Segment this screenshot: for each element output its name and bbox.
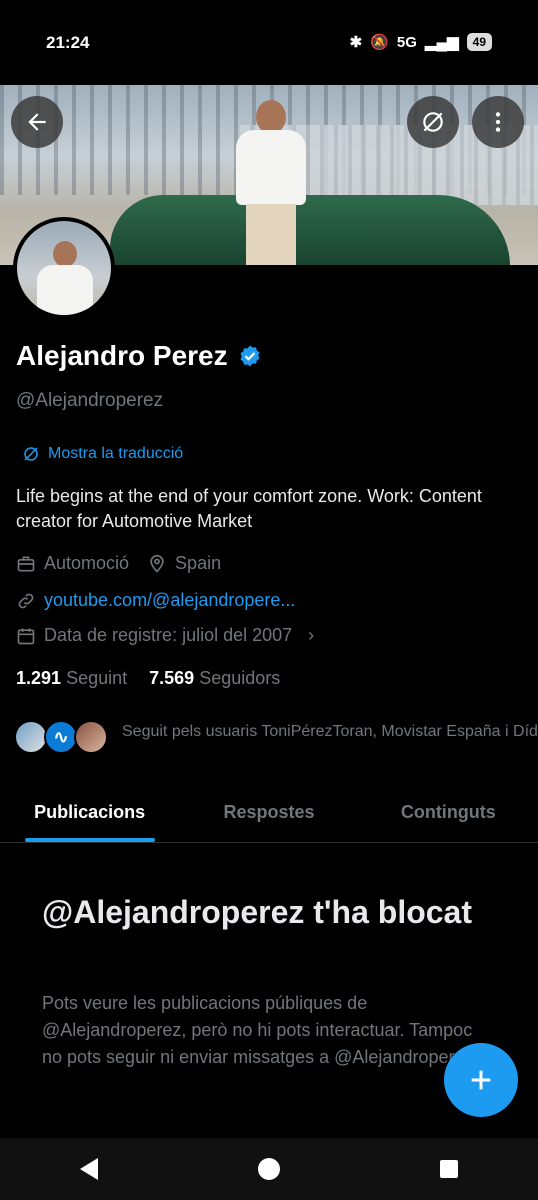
avatar[interactable] xyxy=(13,217,115,319)
followed-by[interactable]: ∿ Seguit pels usuaris ToniPérezToran, Mo… xyxy=(14,720,538,754)
more-button[interactable] xyxy=(472,96,524,148)
profile-handle: @Alejandroperez xyxy=(16,390,164,411)
tab-label: Publicacions xyxy=(34,802,146,822)
follower-avatar: ∿ xyxy=(44,720,78,754)
profile-category: Automoció xyxy=(44,553,130,573)
tab-respostes[interactable]: Respostes xyxy=(179,790,358,842)
profile-meta-row: Automoció Spain xyxy=(16,553,221,574)
system-nav-bar xyxy=(0,1138,538,1200)
following-link[interactable]: 1.291 Seguint xyxy=(16,668,127,689)
mute-icon: 🔕 xyxy=(370,34,389,51)
calendar-icon xyxy=(17,628,35,644)
plus-icon xyxy=(471,1070,491,1090)
profile-name: Alejandro Perez xyxy=(16,340,228,371)
translate-icon xyxy=(24,447,38,461)
following-count: 1.291 xyxy=(16,668,62,688)
follower-avatar xyxy=(74,720,108,754)
tab-continguts[interactable]: Continguts xyxy=(359,790,538,842)
tab-publicacions[interactable]: Publicacions xyxy=(0,790,179,842)
followers-count: 7.569 xyxy=(149,668,195,688)
following-label: Seguint xyxy=(66,668,128,688)
profile-website-link[interactable]: youtube.com/@alejandropere... xyxy=(44,590,295,611)
more-vertical-icon xyxy=(495,112,501,132)
translate-button[interactable] xyxy=(407,96,459,148)
car-image xyxy=(110,195,510,265)
profile-tabs: Publicacions Respostes Continguts xyxy=(0,790,538,843)
profile-bio: Life begins at the end of your comfort z… xyxy=(16,486,482,531)
followed-by-text: Seguit pels usuaris ToniPérezToran, Movi… xyxy=(122,723,538,740)
profile-joined: Data de registre: juliol del 2007 xyxy=(44,625,293,645)
tab-label: Respostes xyxy=(223,802,315,822)
translate-icon xyxy=(423,112,443,132)
location-pin-icon xyxy=(150,554,164,573)
tab-label: Continguts xyxy=(400,802,496,822)
briefcase-icon xyxy=(17,556,35,571)
chevron-right-icon: › xyxy=(308,625,315,645)
clock: 21:24 xyxy=(46,33,90,52)
profile-joined-row[interactable]: Data de registre: juliol del 2007 › xyxy=(16,625,314,646)
blocked-text: Pots veure les publicacions públiques de… xyxy=(42,993,479,1067)
verified-badge-icon[interactable] xyxy=(238,344,262,368)
nav-back-icon[interactable] xyxy=(80,1158,98,1180)
follower-avatar xyxy=(14,720,48,754)
signal-icon: ▂▄▆ xyxy=(424,34,459,51)
battery-icon: 49 xyxy=(466,33,492,51)
profile-website-row: youtube.com/@alejandropere... xyxy=(16,590,295,611)
followers-label: Seguidors xyxy=(199,668,281,688)
back-arrow-icon xyxy=(28,113,46,131)
link-icon xyxy=(18,593,34,608)
nav-recents-icon[interactable] xyxy=(440,1160,458,1178)
person-image xyxy=(230,100,310,265)
compose-button[interactable] xyxy=(444,1043,518,1117)
followers-link[interactable]: 7.569 Seguidors xyxy=(149,668,280,689)
profile-location: Spain xyxy=(175,553,222,573)
follow-counts: 1.291 Seguint 7.569 Seguidors xyxy=(16,668,280,689)
show-translation-label: Mostra la traducció xyxy=(48,445,184,462)
blocked-title: @Alejandroperez t'ha blocat xyxy=(42,894,472,930)
active-tab-indicator xyxy=(24,838,155,842)
bluetooth-icon: ✱ xyxy=(349,34,363,51)
profile-name-row: Alejandro Perez xyxy=(16,340,262,372)
nav-home-icon[interactable] xyxy=(258,1158,280,1180)
status-bar: 21:24 ✱ 🔕 5G ▂▄▆ 49 xyxy=(0,0,538,85)
show-translation-link[interactable]: Mostra la traducció xyxy=(22,445,183,463)
status-icons: ✱ 🔕 5G ▂▄▆ 49 xyxy=(350,33,492,51)
back-button[interactable] xyxy=(11,96,63,148)
network-label: 5G xyxy=(396,33,417,51)
